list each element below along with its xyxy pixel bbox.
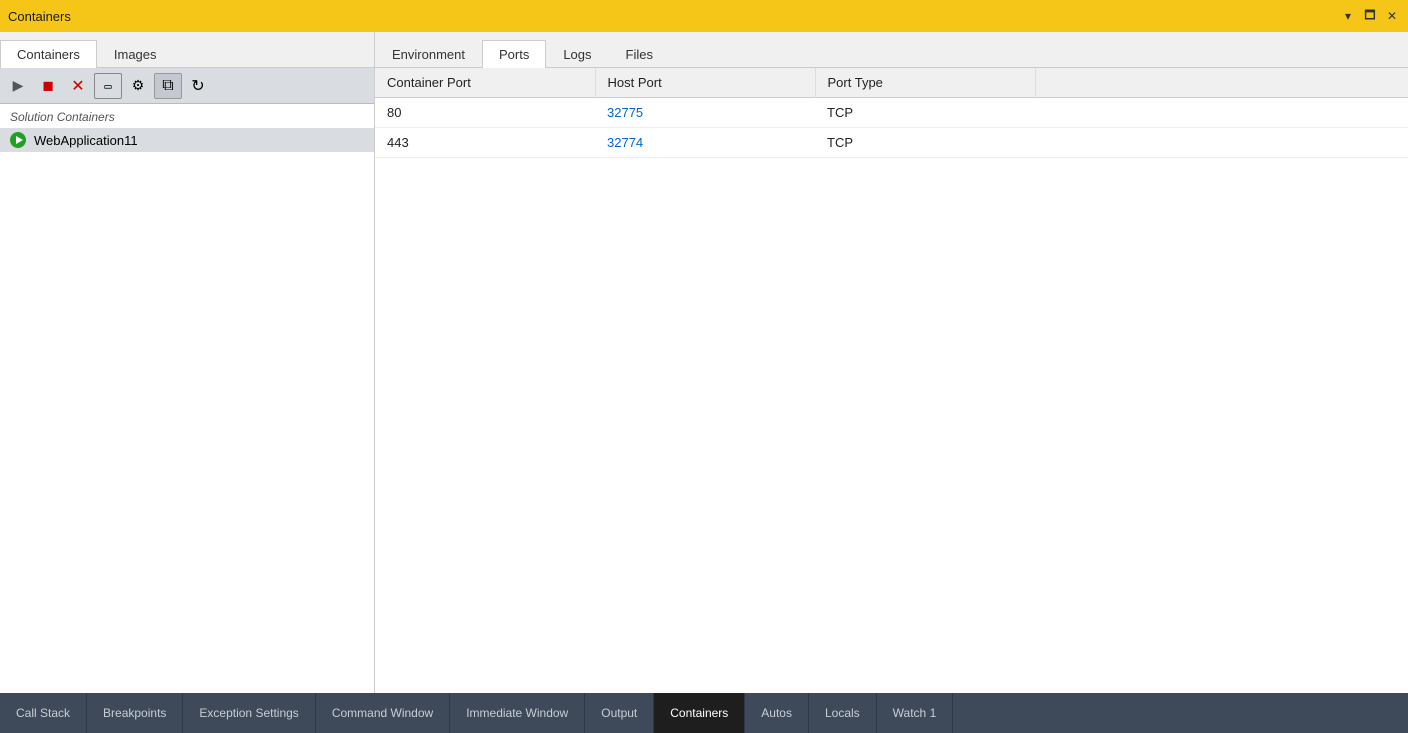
dropdown-btn[interactable]: ▾ (1340, 8, 1356, 24)
refresh-button[interactable]: ↻ (184, 73, 212, 99)
container-port-cell: 443 (375, 128, 595, 158)
port-type-cell: TCP (815, 128, 1035, 158)
right-panel: Environment Ports Logs Files Container P… (375, 32, 1408, 693)
host-port-cell-link[interactable]: 32774 (595, 128, 815, 158)
bottom-tab-locals[interactable]: Locals (809, 693, 877, 733)
tab-images[interactable]: Images (97, 40, 174, 68)
left-toolbar: ▶ ◼ ✕ ▭ ⚙ ⧉ ↻ (0, 68, 374, 104)
solution-label: Solution Containers (0, 104, 374, 128)
tab-files[interactable]: Files (609, 40, 670, 68)
bottom-tab-output[interactable]: Output (585, 693, 654, 733)
stop-button[interactable]: ◼ (34, 73, 62, 99)
content-tabs: Environment Ports Logs Files (375, 32, 1408, 68)
tab-containers[interactable]: Containers (0, 40, 97, 68)
bottom-tab-exception-settings[interactable]: Exception Settings (183, 693, 315, 733)
header-container-port: Container Port (375, 68, 595, 98)
header-extra (1035, 68, 1408, 98)
ports-table-area: Container Port Host Port Port Type 80 32… (375, 68, 1408, 693)
table-row: 443 32774 TCP (375, 128, 1408, 158)
tab-environment[interactable]: Environment (375, 40, 482, 68)
terminal-button[interactable]: ▭ (94, 73, 122, 99)
top-nav-tabs: Containers Images (0, 32, 374, 68)
bottom-tab-immediate-window[interactable]: Immediate Window (450, 693, 585, 733)
table-header-row: Container Port Host Port Port Type (375, 68, 1408, 98)
table-row: 80 32775 TCP (375, 98, 1408, 128)
title-bar: Containers ▾ 🗖 ✕ (0, 0, 1408, 32)
main-area: Containers Images ▶ ◼ ✕ ▭ ⚙ ⧉ ↻ Solution… (0, 32, 1408, 693)
bottom-tab-autos[interactable]: Autos (745, 693, 809, 733)
start-button[interactable]: ▶ (4, 73, 32, 99)
header-port-type: Port Type (815, 68, 1035, 98)
close-btn[interactable]: ✕ (1384, 8, 1400, 24)
close-container-button[interactable]: ✕ (64, 73, 92, 99)
bottom-tab-breakpoints[interactable]: Breakpoints (87, 693, 183, 733)
title-bar-title: Containers (8, 9, 71, 24)
tab-logs[interactable]: Logs (546, 40, 608, 68)
bottom-tab-watch1[interactable]: Watch 1 (877, 693, 954, 733)
bottom-tab-command-window[interactable]: Command Window (316, 693, 450, 733)
tab-ports[interactable]: Ports (482, 40, 546, 68)
settings-button[interactable]: ⚙ (124, 73, 152, 99)
left-panel: Containers Images ▶ ◼ ✕ ▭ ⚙ ⧉ ↻ Solution… (0, 32, 375, 693)
header-host-port: Host Port (595, 68, 815, 98)
port-type-cell: TCP (815, 98, 1035, 128)
bottom-tab-bar: Call Stack Breakpoints Exception Setting… (0, 693, 1408, 733)
running-indicator (10, 132, 26, 148)
container-item-label: WebApplication11 (34, 133, 138, 148)
bottom-tab-call-stack[interactable]: Call Stack (0, 693, 87, 733)
container-port-cell: 80 (375, 98, 595, 128)
bottom-tab-containers[interactable]: Containers (654, 693, 745, 733)
minimize-btn[interactable]: 🗖 (1362, 8, 1378, 24)
title-bar-controls: ▾ 🗖 ✕ (1340, 8, 1400, 24)
container-list-item[interactable]: WebApplication11 (0, 128, 374, 152)
ports-table: Container Port Host Port Port Type 80 32… (375, 68, 1408, 158)
host-port-cell-link[interactable]: 32775 (595, 98, 815, 128)
copy-button[interactable]: ⧉ (154, 73, 182, 99)
